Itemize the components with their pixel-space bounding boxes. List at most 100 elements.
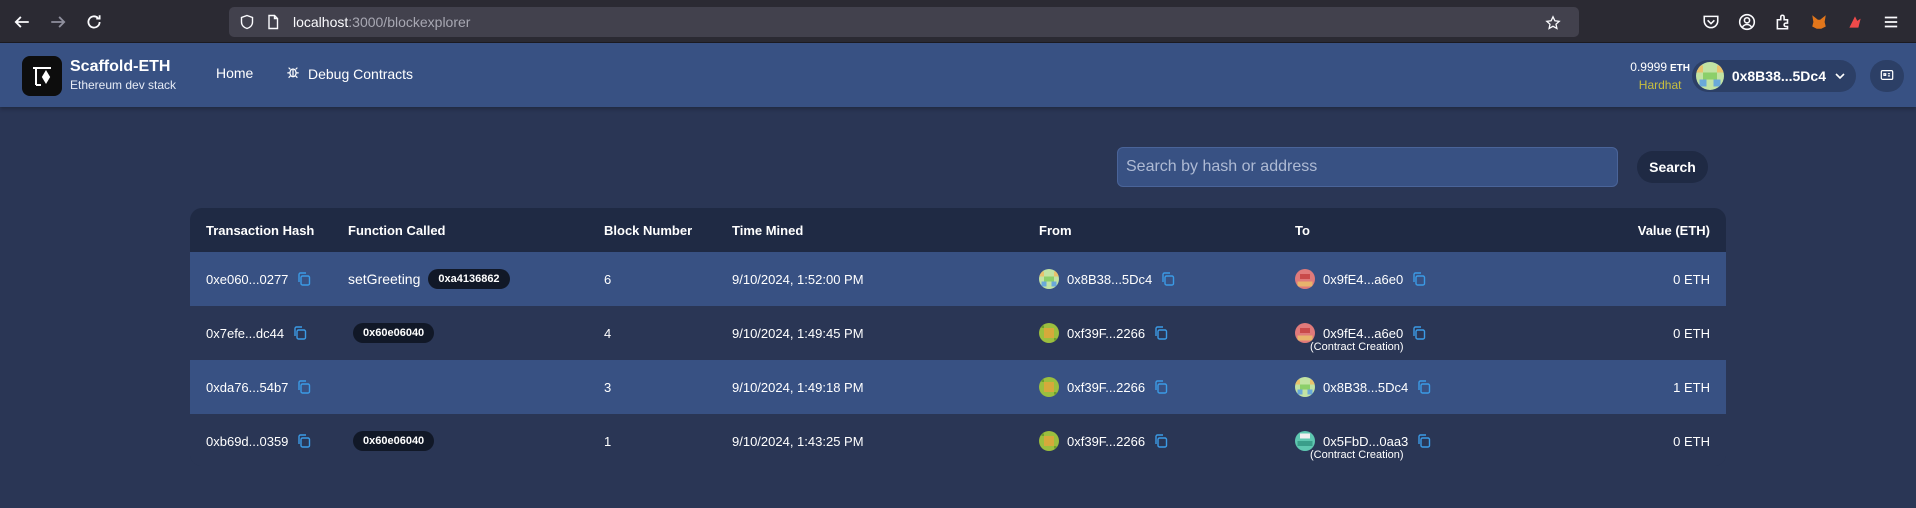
from-address-link[interactable]: 0xf39F...2266 bbox=[1067, 326, 1145, 341]
copy-icon[interactable] bbox=[296, 379, 312, 395]
table-header-row: Transaction Hash Function Called Block N… bbox=[190, 208, 1726, 252]
tx-hash-link[interactable]: 0xb69d...0359 bbox=[206, 434, 288, 449]
col-block-number: Block Number bbox=[604, 222, 693, 238]
from-address-link[interactable]: 0x8B38...5Dc4 bbox=[1067, 272, 1152, 287]
function-selector-badge: 0x60e06040 bbox=[353, 431, 435, 451]
url-bar[interactable]: localhost:3000/blockexplorer bbox=[229, 7, 1579, 37]
address-avatar bbox=[1295, 431, 1315, 451]
to-address-link[interactable]: 0x9fE4...a6e0 bbox=[1323, 272, 1403, 287]
copy-icon[interactable] bbox=[1416, 379, 1432, 395]
from-address-link[interactable]: 0xf39F...2266 bbox=[1067, 380, 1145, 395]
address-avatar bbox=[1039, 377, 1059, 397]
address-avatar bbox=[1039, 323, 1059, 343]
col-function-called: Function Called bbox=[348, 222, 446, 238]
contract-creation-note: (Contract Creation) bbox=[1310, 341, 1404, 353]
time-mined: 9/10/2024, 1:49:18 PM bbox=[732, 379, 864, 395]
table-row[interactable]: 0xb69d...0359 0x60e06040 1 9/10/2024, 1:… bbox=[190, 414, 1726, 466]
copy-icon[interactable] bbox=[1160, 271, 1176, 287]
block-number[interactable]: 6 bbox=[588, 252, 716, 306]
copy-icon[interactable] bbox=[1153, 379, 1169, 395]
address-avatar bbox=[1295, 323, 1315, 343]
to-address-link[interactable]: 0x8B38...5Dc4 bbox=[1323, 380, 1408, 395]
time-mined: 9/10/2024, 1:52:00 PM bbox=[732, 271, 864, 287]
balance-display: 0.9999 ETH Hardhat bbox=[1630, 59, 1690, 93]
reload-icon[interactable] bbox=[76, 4, 112, 40]
chevron-down-icon bbox=[1834, 67, 1846, 86]
copy-icon[interactable] bbox=[1411, 271, 1427, 287]
account-icon[interactable] bbox=[1732, 8, 1762, 36]
tx-hash-link[interactable]: 0xda76...54b7 bbox=[206, 380, 288, 395]
block-number[interactable]: 3 bbox=[588, 360, 716, 414]
extension-red-icon[interactable] bbox=[1840, 8, 1870, 36]
scaffold-logo-icon[interactable] bbox=[22, 56, 62, 96]
copy-icon[interactable] bbox=[296, 271, 312, 287]
balance-value: 0.9999 bbox=[1630, 60, 1667, 74]
copy-icon[interactable] bbox=[296, 433, 312, 449]
copy-icon[interactable] bbox=[1153, 325, 1169, 341]
network-name: Hardhat bbox=[1638, 78, 1682, 92]
function-name: setGreeting bbox=[348, 271, 421, 287]
contract-creation-note: (Contract Creation) bbox=[1310, 449, 1404, 461]
tx-hash-link[interactable]: 0x7efe...dc44 bbox=[206, 326, 284, 341]
address-avatar bbox=[1039, 431, 1059, 451]
address-avatar bbox=[1295, 269, 1315, 289]
block-number[interactable]: 1 bbox=[588, 414, 716, 466]
shield-icon[interactable] bbox=[237, 12, 257, 32]
col-time-mined: Time Mined bbox=[732, 222, 804, 238]
time-mined: 9/10/2024, 1:43:25 PM bbox=[732, 433, 864, 449]
pocket-icon[interactable] bbox=[1696, 8, 1726, 36]
extensions-icon[interactable] bbox=[1768, 8, 1798, 36]
table-row[interactable]: 0xda76...54b7 3 9/10/2024, 1:49:18 PM 0x… bbox=[190, 360, 1726, 414]
tx-hash-link[interactable]: 0xe060...0277 bbox=[206, 272, 288, 287]
col-value: Value (ETH) bbox=[1637, 222, 1710, 238]
to-address-link[interactable]: 0x5FbD...0aa3 bbox=[1323, 434, 1408, 449]
bookmark-star-icon[interactable] bbox=[1543, 13, 1563, 33]
qr-code-button[interactable] bbox=[1870, 60, 1904, 92]
browser-toolbar: localhost:3000/blockexplorer bbox=[0, 0, 1916, 43]
function-selector-badge: 0x60e06040 bbox=[353, 323, 435, 343]
forward-icon[interactable] bbox=[40, 4, 76, 40]
metamask-fox-icon[interactable] bbox=[1804, 8, 1834, 36]
from-address-link[interactable]: 0xf39F...2266 bbox=[1067, 434, 1145, 449]
address-avatar bbox=[1039, 269, 1059, 289]
table-row[interactable]: 0x7efe...dc44 0x60e06040 4 9/10/2024, 1:… bbox=[190, 306, 1726, 360]
balance-unit: ETH bbox=[1670, 63, 1690, 74]
tx-value: 0 ETH bbox=[1673, 433, 1710, 449]
back-icon[interactable] bbox=[4, 4, 40, 40]
copy-icon[interactable] bbox=[1416, 433, 1432, 449]
search-button[interactable]: Search bbox=[1637, 151, 1708, 183]
app-header: Scaffold-ETH Ethereum dev stack Home Deb… bbox=[0, 43, 1916, 107]
copy-icon[interactable] bbox=[1411, 325, 1427, 341]
brand-title: Scaffold-ETH bbox=[70, 58, 171, 75]
block-number[interactable]: 4 bbox=[588, 306, 716, 360]
brand[interactable]: Scaffold-ETH Ethereum dev stack bbox=[70, 57, 176, 93]
col-transaction-hash: Transaction Hash bbox=[206, 222, 315, 238]
nav-debug-contracts[interactable]: Debug Contracts bbox=[286, 65, 413, 82]
copy-icon[interactable] bbox=[1153, 433, 1169, 449]
transactions-table: Transaction Hash Function Called Block N… bbox=[190, 208, 1726, 466]
url-text[interactable]: localhost:3000/blockexplorer bbox=[293, 14, 470, 30]
tx-value: 1 ETH bbox=[1673, 379, 1710, 395]
tx-value: 0 ETH bbox=[1673, 271, 1710, 287]
col-from: From bbox=[1039, 222, 1072, 238]
address-avatar bbox=[1295, 377, 1315, 397]
col-to: To bbox=[1295, 222, 1310, 238]
account-avatar bbox=[1695, 62, 1724, 90]
nav-home[interactable]: Home bbox=[216, 65, 253, 81]
time-mined: 9/10/2024, 1:49:45 PM bbox=[732, 325, 864, 341]
brand-subtitle: Ethereum dev stack bbox=[70, 78, 177, 92]
function-cell bbox=[332, 360, 588, 414]
copy-icon[interactable] bbox=[292, 325, 308, 341]
to-address-link[interactable]: 0x9fE4...a6e0 bbox=[1323, 326, 1403, 341]
tx-value: 0 ETH bbox=[1673, 325, 1710, 341]
account-address: 0x8B38...5Dc4 bbox=[1731, 68, 1826, 84]
menu-icon[interactable] bbox=[1876, 8, 1906, 36]
browser-extensions bbox=[1696, 8, 1906, 36]
search-input[interactable] bbox=[1117, 147, 1618, 187]
qr-code-icon bbox=[1880, 67, 1894, 86]
url-path: :3000/blockexplorer bbox=[348, 14, 471, 30]
nav-debug-label: Debug Contracts bbox=[308, 65, 414, 82]
table-row[interactable]: 0xe060...0277 setGreeting 0xa4136862 6 9/… bbox=[190, 252, 1726, 306]
account-dropdown-button[interactable]: 0x8B38...5Dc4 bbox=[1691, 60, 1856, 92]
nav-home-label: Home bbox=[216, 65, 254, 81]
